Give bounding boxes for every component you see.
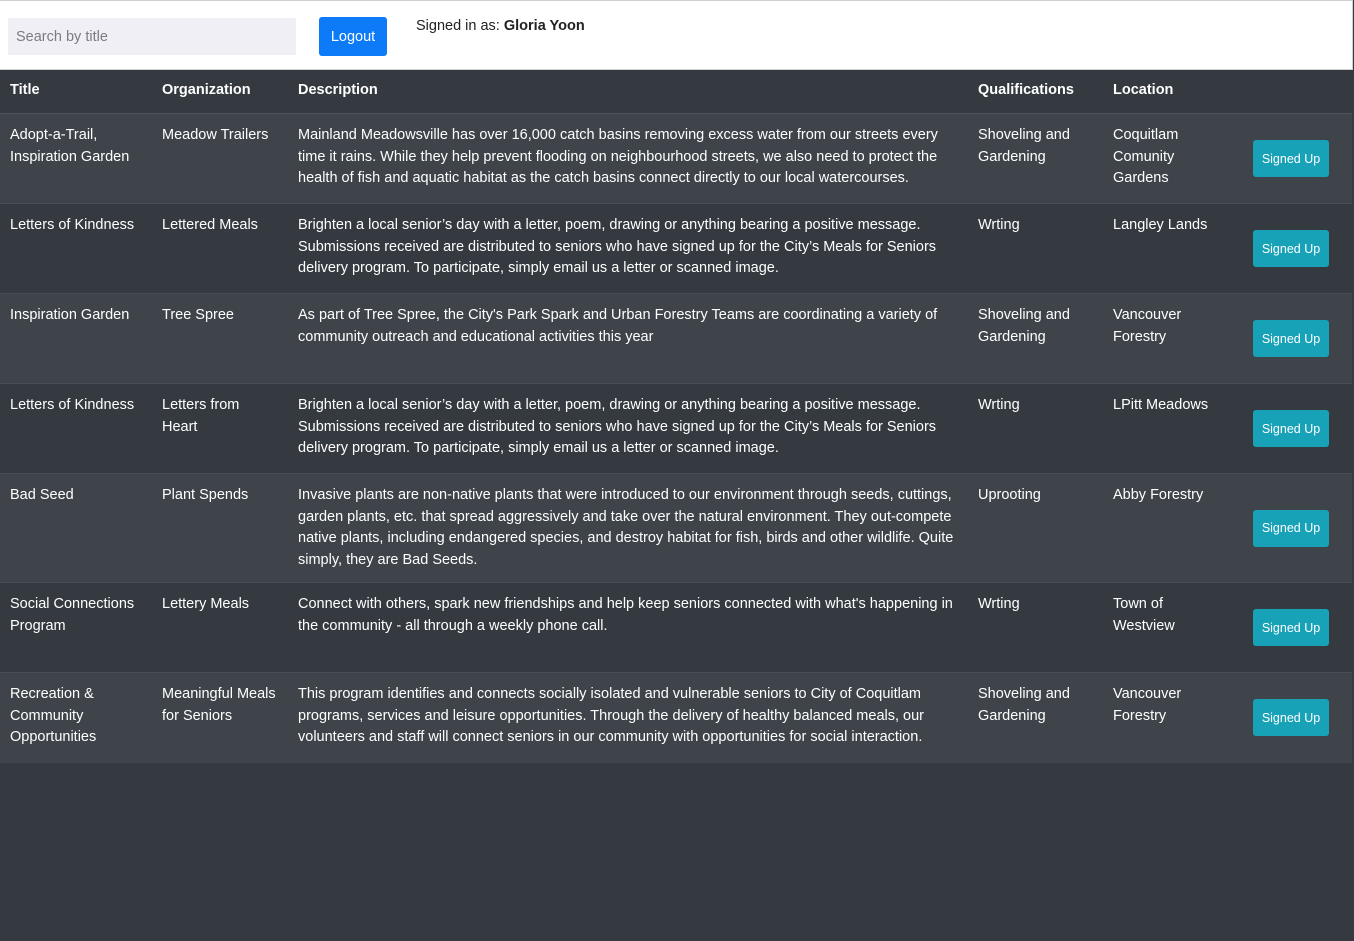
cell-qualifications: Wrting	[968, 582, 1103, 673]
cell-location: LPitt Meadows	[1103, 383, 1230, 474]
table-row: Letters of Kindness Letters from Heart B…	[0, 383, 1352, 474]
signed-up-button[interactable]: Signed Up	[1253, 509, 1329, 547]
cell-title: Recreation & Community Opportunities	[0, 672, 152, 763]
cell-description: Mainland Meadowsville has over 16,000 ca…	[288, 113, 968, 204]
signed-in-label: Signed in as:	[416, 18, 500, 34]
cell-title: Inspiration Garden	[0, 293, 152, 384]
signed-up-button[interactable]: Signed Up	[1253, 140, 1329, 177]
cell-qualifications: Wrting	[968, 383, 1103, 474]
cell-location: Coquitlam Comunity Gardens	[1103, 113, 1230, 204]
cell-title: Letters of Kindness	[0, 203, 152, 294]
cell-action: Signed Up	[1230, 293, 1352, 384]
cell-location: Vancouver Forestry	[1103, 672, 1230, 763]
signed-up-button[interactable]: Signed Up	[1253, 410, 1329, 447]
signed-up-button[interactable]: Signed Up	[1253, 609, 1329, 646]
top-bar: Logout Signed in as: Gloria Yoon	[0, 0, 1353, 70]
cell-location: Town of Westview	[1103, 582, 1230, 673]
table-row: Adopt-a-Trail, Inspiration Garden Meadow…	[0, 113, 1352, 204]
logout-button[interactable]: Logout	[319, 17, 387, 56]
signed-up-button[interactable]: Signed Up	[1253, 320, 1329, 357]
cell-organization: Meaningful Meals for Seniors	[152, 672, 288, 763]
column-header-location: Location	[1103, 69, 1230, 114]
cell-title: Bad Seed	[0, 473, 152, 583]
table-row: Letters of Kindness Lettered Meals Brigh…	[0, 203, 1352, 294]
cell-qualifications: Wrting	[968, 203, 1103, 294]
cell-description: Invasive plants are non-native plants th…	[288, 473, 968, 583]
column-header-qualifications: Qualifications	[968, 69, 1103, 114]
cell-qualifications: Uprooting	[968, 473, 1103, 583]
cell-title: Letters of Kindness	[0, 383, 152, 474]
cell-organization: Letters from Heart	[152, 383, 288, 474]
cell-action: Signed Up	[1230, 383, 1352, 474]
cell-organization: Lettery Meals	[152, 582, 288, 673]
cell-description: Brighten a local senior’s day with a let…	[288, 383, 968, 474]
cell-organization: Tree Spree	[152, 293, 288, 384]
signed-up-button[interactable]: Signed Up	[1253, 230, 1329, 267]
cell-qualifications: Shoveling and Gardening	[968, 293, 1103, 384]
cell-description: This program identifies and connects soc…	[288, 672, 968, 763]
search-input[interactable]	[8, 18, 296, 55]
cell-location: Vancouver Forestry	[1103, 293, 1230, 384]
opportunities-table: Title Organization Description Qualifica…	[0, 69, 1352, 763]
cell-action: Signed Up	[1230, 113, 1352, 204]
user-name: Gloria Yoon	[503, 18, 585, 34]
table-row: Bad Seed Plant Spends Invasive plants ar…	[0, 473, 1352, 583]
cell-title: Adopt-a-Trail, Inspiration Garden	[0, 113, 152, 204]
column-header-action	[1230, 69, 1352, 114]
cell-organization: Lettered Meals	[152, 203, 288, 294]
cell-location: Abby Forestry	[1103, 473, 1230, 583]
column-header-organization: Organization	[152, 69, 288, 114]
cell-qualifications: Shoveling and Gardening	[968, 113, 1103, 204]
cell-organization: Plant Spends	[152, 473, 288, 583]
signed-in-status: Signed in as: Gloria Yoon	[416, 18, 585, 34]
cell-description: Brighten a local senior’s day with a let…	[288, 203, 968, 294]
cell-action: Signed Up	[1230, 582, 1352, 673]
cell-action: Signed Up	[1230, 672, 1352, 763]
cell-action: Signed Up	[1230, 473, 1352, 583]
table-header-row: Title Organization Description Qualifica…	[0, 69, 1352, 114]
signed-up-button[interactable]: Signed Up	[1253, 699, 1329, 737]
cell-action: Signed Up	[1230, 203, 1352, 294]
cell-location: Langley Lands	[1103, 203, 1230, 294]
column-header-description: Description	[288, 69, 968, 114]
cell-description: Connect with others, spark new friendshi…	[288, 582, 968, 673]
table-row: Social Connections Program Lettery Meals…	[0, 582, 1352, 673]
cell-description: As part of Tree Spree, the City's Park S…	[288, 293, 968, 384]
cell-title: Social Connections Program	[0, 582, 152, 673]
table-row: Inspiration Garden Tree Spree As part of…	[0, 293, 1352, 384]
column-header-title: Title	[0, 69, 152, 114]
table-row: Recreation & Community Opportunities Mea…	[0, 672, 1352, 763]
cell-qualifications: Shoveling and Gardening	[968, 672, 1103, 763]
cell-organization: Meadow Trailers	[152, 113, 288, 204]
